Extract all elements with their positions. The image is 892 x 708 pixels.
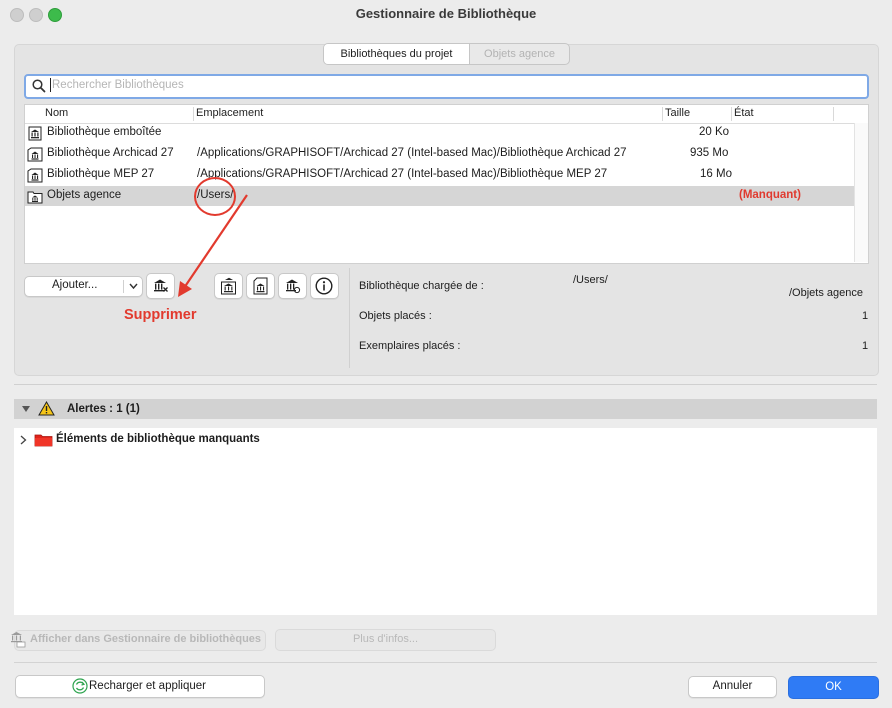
library-size: 20 Ko (699, 126, 730, 138)
tab-agency-objects[interactable]: Objets agence (470, 44, 569, 64)
search-field[interactable]: Rechercher Bibliothèques (24, 74, 869, 99)
table-row[interactable]: Bibliothèque Archicad 27 /Applications/G… (25, 144, 854, 164)
more-info-button[interactable]: Plus d'infos... (275, 629, 496, 651)
library-location: /Applications/GRAPHISOFT/Archicad 27 (In… (197, 168, 608, 180)
table-row[interactable]: Bibliothèque MEP 27 /Applications/GRAPHI… (25, 165, 854, 185)
reload-apply-button[interactable]: Recharger et appliquer (15, 675, 265, 698)
text-cursor (50, 78, 51, 92)
loaded-from-label: Bibliothèque chargée de : (359, 280, 484, 292)
placed-instances-label: Exemplaires placés : (359, 340, 461, 352)
library-document-icon (253, 277, 268, 295)
library-name: Bibliothèque emboîtée (47, 126, 162, 138)
info-icon (315, 277, 333, 295)
table-scrollbar[interactable] (854, 123, 868, 262)
library-name: Objets agence (47, 189, 122, 201)
remove-library-button[interactable] (146, 273, 175, 299)
library-manager-icon (11, 632, 26, 648)
library-sync-icon (286, 279, 301, 294)
library-size: 16 Mo (700, 168, 732, 180)
table-row[interactable]: Bibliothèque emboîtée 20 Ko (25, 123, 854, 143)
alerts-header[interactable]: Alertes : 1 (1) (14, 399, 877, 419)
add-library-label: Ajouter... (52, 279, 98, 291)
placed-objects-label: Objets placés : (359, 310, 432, 322)
alerts-title: Alertes : 1 (1) (67, 403, 140, 415)
column-header-state[interactable]: État (734, 107, 754, 119)
library-settings-icon (221, 277, 236, 295)
alert-item-label: Éléments de bibliothèque manquants (56, 433, 260, 445)
info-button[interactable] (310, 273, 339, 299)
library-table[interactable]: Nom Emplacement Taille État Bibliothèque… (24, 104, 869, 264)
remove-library-icon (154, 279, 168, 292)
embedded-library-icon (28, 126, 42, 141)
library-state-missing: (Manquant) (739, 189, 801, 201)
library-name: Bibliothèque MEP 27 (47, 168, 155, 180)
details-divider (349, 268, 350, 368)
library-document-button[interactable] (246, 273, 275, 299)
library-file-icon (27, 147, 43, 162)
chevron-down-icon (129, 283, 138, 290)
section-separator (14, 384, 877, 385)
chevron-right-icon[interactable] (20, 435, 27, 445)
library-name: Bibliothèque Archicad 27 (47, 147, 174, 159)
search-icon (32, 79, 46, 93)
loaded-from-value: /Users/ (573, 274, 608, 286)
library-sync-button[interactable] (278, 273, 307, 299)
column-header-location[interactable]: Emplacement (196, 107, 263, 119)
reload-apply-label: Recharger et appliquer (89, 680, 206, 692)
reload-icon (72, 678, 88, 694)
library-location: /Applications/GRAPHISOFT/Archicad 27 (In… (197, 147, 627, 159)
show-in-library-manager-label: Afficher dans Gestionnaire de bibliothèq… (30, 633, 262, 645)
loaded-from-value-folder: /Objets agence (789, 287, 863, 299)
placed-objects-value: 1 (862, 310, 869, 322)
tab-project-libraries[interactable]: Bibliothèques du projet (324, 44, 470, 64)
cancel-label: Annuler (712, 680, 753, 692)
title-bar: Gestionnaire de Bibliothèque (0, 0, 892, 28)
show-in-library-manager-button[interactable]: Afficher dans Gestionnaire de bibliothèq… (11, 630, 266, 651)
warning-icon (38, 401, 55, 416)
library-folder-icon (27, 191, 43, 204)
more-info-label: Plus d'infos... (352, 633, 419, 645)
table-row-selected[interactable]: Objets agence /Users/ (Manquant) (25, 186, 854, 206)
column-header-name[interactable]: Nom (45, 107, 68, 119)
add-library-dropdown[interactable]: Ajouter... (24, 276, 143, 297)
table-header: Nom Emplacement Taille État (25, 105, 868, 124)
library-size: 935 Mo (690, 147, 729, 159)
footer-separator (14, 662, 877, 663)
tab-bar: Bibliothèques du projet Objets agence (323, 43, 570, 65)
column-header-size[interactable]: Taille (665, 107, 690, 119)
search-input[interactable]: Rechercher Bibliothèques (52, 79, 184, 91)
annotation-delete-label: Supprimer (124, 307, 197, 323)
library-file-icon (27, 168, 43, 183)
library-settings-button[interactable] (214, 273, 243, 299)
window-title: Gestionnaire de Bibliothèque (355, 6, 537, 21)
alerts-list: Éléments de bibliothèque manquants (14, 428, 877, 615)
ok-button[interactable]: OK (788, 676, 879, 699)
cancel-button[interactable]: Annuler (688, 676, 777, 698)
disclosure-triangle-icon[interactable] (21, 405, 31, 413)
red-folder-icon (34, 434, 53, 447)
placed-instances-value: 1 (862, 340, 869, 352)
alert-item[interactable]: Éléments de bibliothèque manquants (14, 428, 314, 450)
